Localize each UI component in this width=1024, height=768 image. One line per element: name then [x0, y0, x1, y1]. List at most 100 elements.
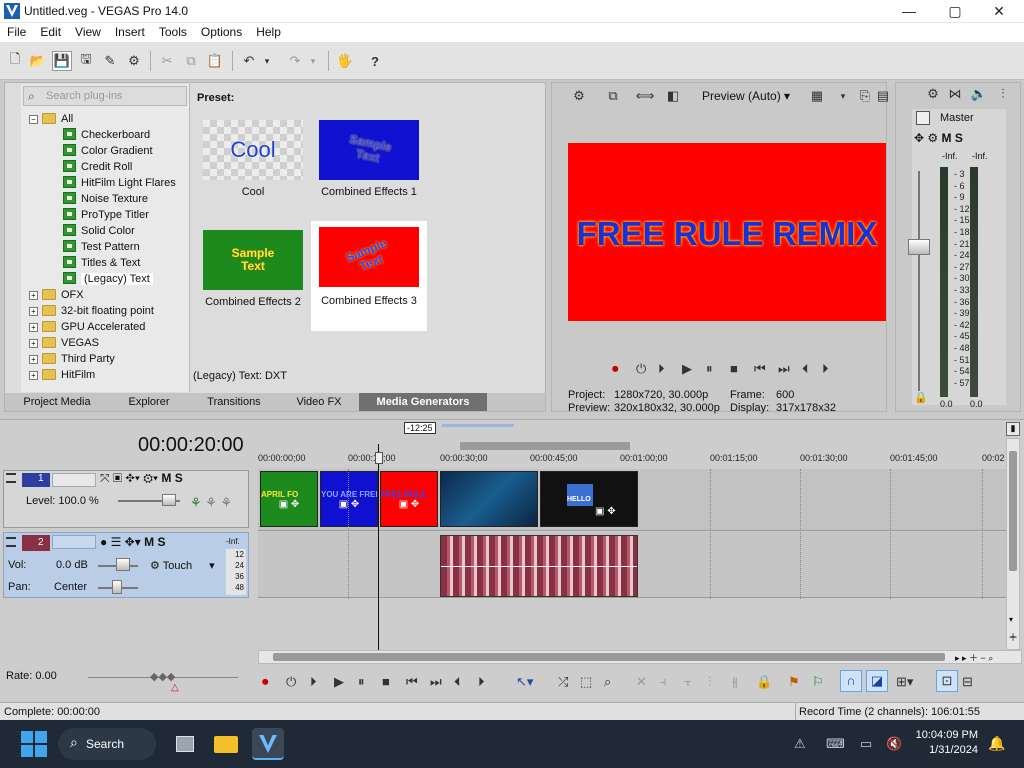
tab-media-generators[interactable]: Media Generators: [359, 393, 487, 411]
vol-slider-handle[interactable]: [116, 558, 130, 571]
redo-icon[interactable]: ↷: [286, 52, 304, 70]
play-icon[interactable]: ▶: [682, 361, 692, 377]
preview-quality-dropdown[interactable]: Preview (Auto) ▾: [702, 89, 790, 103]
tree-item-checkerboard[interactable]: Checkerboard: [63, 127, 150, 143]
master-fader-handle[interactable]: [908, 239, 930, 255]
whats-this-help-icon[interactable]: ?: [366, 52, 384, 70]
undo-dropdown-icon[interactable]: ▾: [258, 52, 276, 70]
video-clip-2[interactable]: YOU ARE FREE ▣ ✥: [320, 471, 378, 527]
loop-playback-icon[interactable]: ⏻: [636, 361, 646, 377]
envelope-tool-icon[interactable]: ⤮: [558, 674, 568, 690]
windows-start-icon[interactable]: [18, 728, 50, 760]
tab-transitions[interactable]: Transitions: [189, 393, 279, 411]
downmix-icon[interactable]: ⋈: [946, 85, 964, 103]
tree-item-all[interactable]: − All: [29, 111, 73, 127]
video-clip-1[interactable]: APRIL FO ▣ ✥: [260, 471, 318, 527]
menu-view[interactable]: View: [68, 23, 108, 39]
playhead-handle[interactable]: [375, 452, 383, 464]
insert-region-icon[interactable]: ⚐: [812, 674, 824, 690]
close-button[interactable]: ✕: [976, 0, 1022, 23]
taskbar-search-button[interactable]: ⌕ Search: [58, 728, 156, 760]
lock-icon[interactable]: 🔒: [914, 391, 928, 404]
lock-faders-icon[interactable]: ⫶: [994, 85, 1012, 103]
track-name-field[interactable]: [52, 535, 96, 549]
horizontal-scrollbar[interactable]: ▸ ▸ ＋ − ⌕: [258, 650, 1022, 664]
pause-icon[interactable]: ⏸: [358, 674, 365, 690]
dim-output-icon[interactable]: 🔈: [970, 85, 988, 103]
preview-properties-gear-icon[interactable]: ⚙: [570, 87, 588, 105]
menu-help[interactable]: Help: [249, 23, 288, 39]
tab-project-media[interactable]: Project Media: [5, 393, 109, 411]
video-clip-5[interactable]: HELLO ▣ ✥: [540, 471, 638, 527]
tree-item-32bit[interactable]: +32-bit floating point: [29, 303, 154, 319]
trim-end-icon[interactable]: ⫟: [684, 674, 692, 690]
loop-playback-icon[interactable]: ⏻: [286, 674, 296, 690]
trim-start-icon[interactable]: ⫞: [660, 674, 667, 690]
marker-tool-icon[interactable]: ▮: [1006, 422, 1020, 436]
arm-record-icon[interactable]: ● ☰ ✥▾ M S: [100, 535, 165, 549]
track-motion-icon[interactable]: ⤧ ▣ ✥▾ ⚙▾ M S: [100, 471, 183, 486]
go-to-start-icon[interactable]: ⏮: [406, 674, 418, 690]
render-as-icon[interactable]: ✎: [101, 52, 119, 70]
tab-explorer[interactable]: Explorer: [109, 393, 189, 411]
tree-item-hitfilm[interactable]: + HitFilm: [29, 367, 95, 383]
volume-icon[interactable]: 🔇: [886, 736, 902, 752]
ignore-event-grouping-icon[interactable]: 🖐: [336, 52, 354, 70]
network-icon[interactable]: ⚠: [794, 736, 806, 752]
open-folder-icon[interactable]: 📂: [29, 52, 47, 70]
preset-combined-effects-2[interactable]: Sample Text Combined Effects 2: [195, 224, 311, 332]
undo-icon[interactable]: ↶: [240, 52, 258, 70]
preset-cool[interactable]: Cool Cool: [195, 114, 311, 222]
tree-item-hitfilm-light-flares[interactable]: HitFilm Light Flares: [63, 175, 176, 191]
keyboard-icon[interactable]: ⌨: [826, 736, 845, 752]
tab-video-fx[interactable]: Video FX: [279, 393, 359, 411]
redo-dropdown-icon[interactable]: ▾: [304, 52, 322, 70]
record-icon[interactable]: ⏺: [262, 674, 269, 690]
vertical-scrollbar[interactable]: ▾ ＋: [1006, 438, 1020, 650]
copy-icon[interactable]: ⧉: [182, 52, 200, 70]
loop-region-bar[interactable]: [460, 442, 630, 450]
maximize-button[interactable]: ▢: [932, 0, 978, 23]
play-icon[interactable]: ▶: [334, 674, 344, 690]
tree-item-solid-color[interactable]: Solid Color: [63, 223, 135, 239]
stop-icon[interactable]: ■: [730, 361, 738, 376]
next-frame-icon[interactable]: ⏵: [822, 361, 829, 377]
vegas-taskbar-icon[interactable]: [252, 728, 284, 760]
auto-crossfade-icon[interactable]: ◪: [866, 670, 888, 692]
tree-item-legacy-text[interactable]: (Legacy) Text: [63, 271, 153, 287]
overlays-grid-icon[interactable]: ▦: [808, 87, 826, 105]
split-screen-icon[interactable]: ⟺: [636, 87, 655, 105]
menu-insert[interactable]: Insert: [108, 23, 152, 39]
task-view-icon[interactable]: [168, 728, 200, 760]
tree-item-titles-text[interactable]: Titles & Text: [63, 255, 140, 271]
tree-item-color-gradient[interactable]: Color Gradient: [63, 143, 153, 159]
tree-item-third-party[interactable]: + Third Party: [29, 351, 115, 367]
tree-item-vegas[interactable]: + VEGAS: [29, 335, 99, 351]
zoom-out-icon[interactable]: −: [1010, 632, 1016, 643]
new-file-icon[interactable]: 🗋: [6, 51, 24, 70]
pan-slider-handle[interactable]: [112, 580, 122, 594]
delete-icon[interactable]: ✕: [636, 674, 647, 690]
overlays-dropdown-icon[interactable]: ▾: [834, 87, 852, 105]
selection-tool-icon[interactable]: ⬚: [580, 674, 592, 690]
video-clip-3[interactable]: FREE RULE ▣ ✥: [380, 471, 438, 527]
tree-item-test-pattern[interactable]: Test Pattern: [63, 239, 140, 255]
record-icon[interactable]: ⏺: [612, 361, 619, 377]
timeline-ruler[interactable]: 00:00:00;00 00:00:15;00 00:00:30;00 00:0…: [258, 451, 1006, 465]
monitor-icon[interactable]: ▭: [860, 736, 872, 752]
previous-frame-icon[interactable]: ⏴: [802, 361, 809, 377]
paste-icon[interactable]: 📋: [206, 52, 224, 70]
mixer-properties-gear-icon[interactable]: ⚙: [924, 85, 942, 103]
preset-combined-effects-1[interactable]: Sample Text Combined Effects 1: [311, 114, 427, 222]
master-fx-icon[interactable]: ✥ ⚙ M S: [914, 131, 963, 145]
pause-icon[interactable]: ⏸: [706, 361, 713, 377]
go-to-start-icon[interactable]: ⏮: [754, 361, 766, 377]
ignore-grouping-icon[interactable]: ⊟: [962, 674, 973, 690]
search-plugins-input[interactable]: ⌕ Search plug-ins: [23, 86, 187, 106]
play-from-start-icon[interactable]: ⏵: [310, 674, 317, 690]
menu-options[interactable]: Options: [194, 23, 249, 39]
taskbar-clock[interactable]: 10:04:09 PM 1/31/2024: [912, 728, 978, 758]
menu-file[interactable]: File: [0, 23, 33, 39]
zoom-tool-icon[interactable]: ⌕: [604, 674, 611, 690]
external-monitor-icon[interactable]: ⧉: [604, 87, 622, 105]
